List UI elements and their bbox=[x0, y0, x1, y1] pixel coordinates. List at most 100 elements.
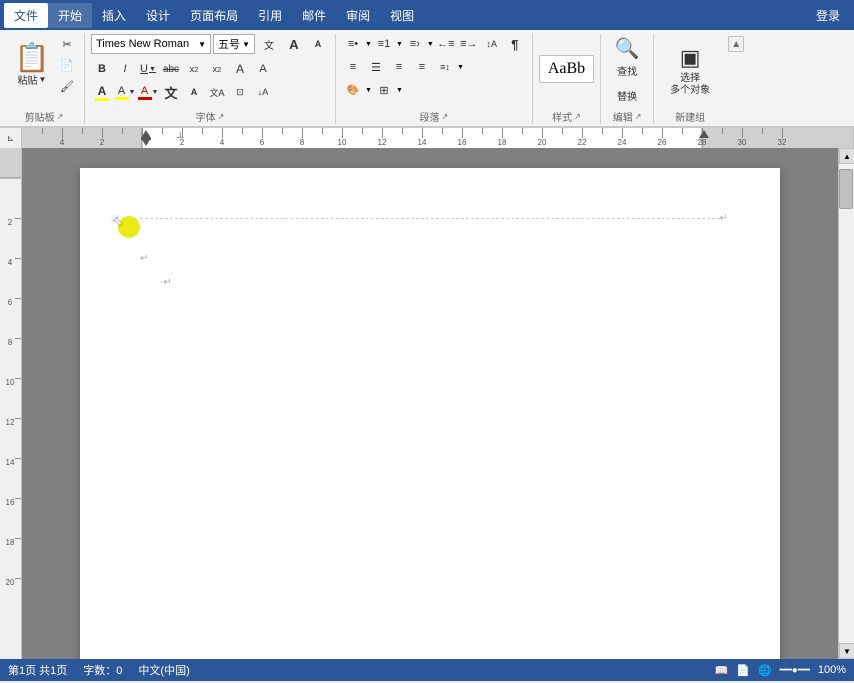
menu-insert[interactable]: 插入 bbox=[92, 3, 136, 28]
sort-button[interactable]: ↕A bbox=[481, 34, 503, 54]
font-size-dropdown[interactable]: ▼ bbox=[242, 40, 250, 49]
paste-button[interactable]: 📋 粘贴 ▼ bbox=[10, 34, 54, 96]
font-size-A-button[interactable]: A bbox=[183, 82, 205, 102]
menu-review[interactable]: 审阅 bbox=[336, 3, 380, 28]
paragraph-1[interactable]: ↵ bbox=[140, 248, 720, 268]
menu-references[interactable]: 引用 bbox=[248, 3, 292, 28]
highlight-dropdown[interactable]: ▼ bbox=[129, 89, 136, 96]
borders-button[interactable]: ⊞ bbox=[373, 80, 395, 100]
right-indent-svg bbox=[698, 128, 710, 140]
menu-design[interactable]: 设计 bbox=[136, 3, 180, 28]
increase-indent-button[interactable]: ≡→ bbox=[458, 34, 480, 54]
center-tab-marker[interactable]: ┴ bbox=[177, 132, 183, 142]
font-color-button[interactable]: A bbox=[91, 82, 113, 102]
view-mode-web[interactable]: 🌐 bbox=[758, 664, 772, 677]
text-effects-button[interactable]: A bbox=[252, 59, 274, 79]
superscript-button[interactable]: x2 bbox=[206, 59, 228, 79]
strikethrough-button[interactable]: abc bbox=[160, 59, 182, 79]
numbering-button[interactable]: ≡1 bbox=[373, 34, 395, 54]
paste-dropdown[interactable]: ▼ bbox=[39, 75, 47, 84]
cut-button[interactable]: ✂ bbox=[56, 34, 78, 54]
subscript-button[interactable]: x2 bbox=[183, 59, 205, 79]
font-name-dropdown[interactable]: ▼ bbox=[198, 40, 206, 49]
shading-button[interactable]: 🎨 bbox=[342, 80, 364, 100]
wubi-input-button[interactable]: 文 bbox=[257, 34, 281, 54]
italic-button[interactable]: I bbox=[114, 59, 136, 79]
left-indent-marker[interactable] bbox=[140, 128, 152, 148]
empty-doc-space[interactable] bbox=[140, 292, 720, 659]
line-spacing-button[interactable]: ≡↕ bbox=[434, 57, 456, 77]
numbering-dropdown[interactable]: ▼ bbox=[396, 41, 403, 48]
ruler-corner-icon: ⊾ bbox=[7, 133, 15, 144]
menu-mail[interactable]: 邮件 bbox=[292, 3, 336, 28]
increase-font-size-button[interactable]: A bbox=[283, 34, 305, 54]
underline-dropdown[interactable]: ▼ bbox=[149, 66, 156, 73]
bullets-dropdown[interactable]: ▼ bbox=[365, 41, 372, 48]
font-name-selector[interactable]: Times New Roman ▼ bbox=[91, 34, 211, 54]
styles-dialog-launcher[interactable]: ↗ bbox=[574, 112, 581, 121]
word-count: 字数：0 bbox=[83, 662, 122, 678]
scroll-down-button[interactable]: ▼ bbox=[839, 643, 854, 659]
styles-group: AaBb 样式 ↗ bbox=[535, 34, 601, 124]
right-indent-marker[interactable] bbox=[698, 128, 710, 143]
align-left-button[interactable]: ≡ bbox=[342, 57, 364, 77]
language-indicator: 中文(中国) bbox=[138, 662, 189, 678]
scroll-up-button[interactable]: ▲ bbox=[839, 148, 854, 164]
font-size-large-button[interactable]: 文 bbox=[160, 82, 182, 102]
paragraph-dialog-launcher[interactable]: ↗ bbox=[442, 112, 449, 121]
view-mode-read[interactable]: 📖 bbox=[715, 664, 729, 677]
scroll-thumb[interactable] bbox=[839, 169, 853, 209]
clear-format-button[interactable]: A bbox=[229, 59, 251, 79]
show-marks-button[interactable]: ¶ bbox=[504, 34, 526, 54]
ribbon-collapse-button[interactable]: ▲ bbox=[728, 36, 744, 52]
line-spacing-dropdown[interactable]: ▼ bbox=[457, 64, 464, 71]
shading-dropdown[interactable]: ▼ bbox=[365, 87, 372, 94]
multilevel-dropdown[interactable]: ▼ bbox=[427, 41, 434, 48]
bullets-button[interactable]: ≡• bbox=[342, 34, 364, 54]
document-page[interactable]: ↵ ↵ ·↵ bbox=[80, 168, 780, 659]
font-size-selector[interactable]: 五号 ▼ bbox=[213, 34, 255, 54]
char-border-button[interactable]: ⊡ bbox=[229, 82, 251, 102]
menu-file[interactable]: 文件 bbox=[4, 3, 48, 28]
view-mode-print[interactable]: 📄 bbox=[736, 664, 750, 677]
align-right-button[interactable]: ≡ bbox=[388, 57, 410, 77]
text-color-button[interactable]: A ▼ bbox=[137, 82, 159, 102]
editing-dialog-launcher[interactable]: ↗ bbox=[635, 112, 642, 121]
font-group: Times New Roman ▼ 五号 ▼ 文 A A B I bbox=[87, 34, 336, 124]
menu-home[interactable]: 开始 bbox=[48, 3, 92, 28]
format-painter-button[interactable]: 🖌 bbox=[56, 76, 78, 96]
normal-style-button[interactable]: AaBb bbox=[539, 55, 594, 83]
menu-view[interactable]: 视图 bbox=[380, 3, 424, 28]
text-color-dropdown[interactable]: ▼ bbox=[152, 89, 159, 96]
replace-button[interactable]: 替换 bbox=[607, 83, 647, 107]
clipboard-group: 📋 粘贴 ▼ ✂ 📄 🖌 剪贴板 ↗ bbox=[6, 34, 85, 124]
login-button[interactable]: 登录 bbox=[806, 3, 850, 28]
font-dialog-launcher[interactable]: ↗ bbox=[218, 112, 225, 121]
font-format-row: B I U ▼ abc x2 x2 A A bbox=[91, 59, 274, 79]
justify-button[interactable]: ≡ bbox=[411, 57, 433, 77]
editing-group: 🔍 查找 替换 编辑 ↗ bbox=[603, 34, 654, 124]
menu-layout[interactable]: 页面布局 bbox=[180, 3, 248, 28]
borders-dropdown[interactable]: ▼ bbox=[396, 87, 403, 94]
indent-marker-svg bbox=[140, 128, 152, 148]
multilevel-button[interactable]: ≡› bbox=[404, 34, 426, 54]
zoom-slider[interactable]: ━━●━━ bbox=[780, 665, 810, 676]
select-multi-icon: ▣ bbox=[680, 45, 701, 71]
scroll-track[interactable] bbox=[839, 164, 854, 643]
ruler-corner[interactable]: ⊾ bbox=[0, 128, 22, 148]
main-area: 2468101214161820 ↵ ↵ ·↵ bbox=[0, 148, 854, 659]
highlight-button[interactable]: A ▼ bbox=[114, 82, 136, 102]
decrease-indent-button[interactable]: ←≡ bbox=[435, 34, 457, 54]
select-multi-button[interactable]: ▣ 选择多个对象 bbox=[660, 42, 720, 100]
bold-button[interactable]: B bbox=[91, 59, 113, 79]
copy-button[interactable]: 📄 bbox=[56, 55, 78, 75]
text-direction-button[interactable]: ↓A bbox=[252, 82, 274, 102]
paragraph-2[interactable]: ·↵ bbox=[140, 272, 720, 292]
find-button[interactable]: 🔍 查找 bbox=[607, 34, 647, 80]
document-area[interactable]: ↵ ↵ ·↵ ↖ bbox=[22, 148, 838, 659]
select-multi-label: 选择多个对象 bbox=[670, 73, 710, 97]
clipboard-dialog-launcher[interactable]: ↗ bbox=[57, 112, 64, 121]
phonetic-button[interactable]: 文A bbox=[206, 82, 228, 102]
align-center-button[interactable]: ☰ bbox=[365, 57, 387, 77]
underline-button[interactable]: U ▼ bbox=[137, 59, 159, 79]
